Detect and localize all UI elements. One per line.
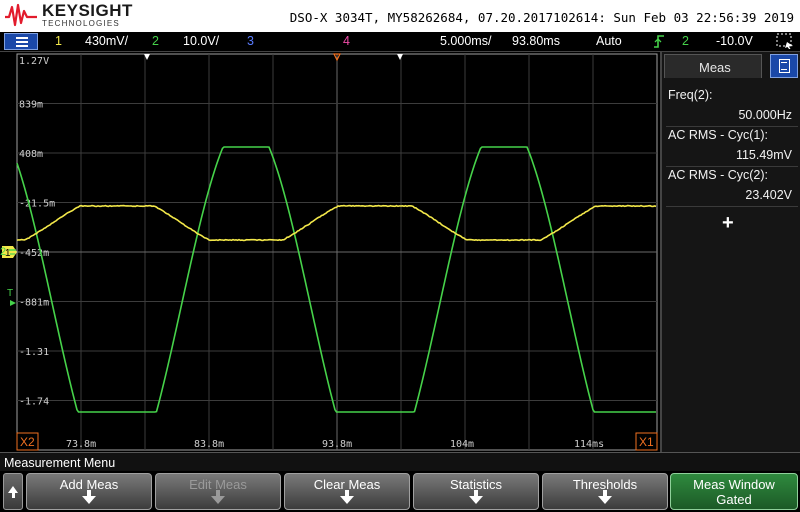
statistics-button[interactable]: Statistics (413, 473, 539, 510)
trigger-source[interactable]: 2 (682, 34, 689, 48)
voltage-tick-label: -1.74 (19, 397, 49, 408)
voltage-tick-label: -881m (19, 298, 49, 309)
ch3-label[interactable]: 3 (247, 34, 254, 48)
softkey-bar: Add Meas Edit Meas Clear Meas Statistics… (0, 471, 800, 512)
brand-subtitle: TECHNOLOGIES (42, 19, 120, 28)
cursor-x2-label: X2 (20, 435, 35, 449)
ch2-marker-label: 2 (0, 246, 6, 258)
edit-meas-button[interactable]: Edit Meas (155, 473, 281, 510)
voltage-tick-label: 1.27V (19, 56, 49, 67)
ch2-label[interactable]: 2 (152, 34, 159, 48)
main-menu-button[interactable] (4, 33, 38, 50)
thresholds-button[interactable]: Thresholds (542, 473, 668, 510)
meas-1-name[interactable]: Freq(2): (668, 88, 712, 102)
measurement-panel: Meas Freq(2): 50.000Hz AC RMS - Cyc(1): … (660, 52, 800, 452)
waveform-display[interactable]: 1.27V 839m 408m -21.5m -452m -881m -1.31 -1.74 … (0, 52, 660, 452)
voltage-tick-label: -452m (19, 248, 49, 259)
meas-tab[interactable]: Meas (664, 54, 762, 78)
meas-2-name[interactable]: AC RMS - Cyc(1): (668, 128, 768, 142)
keysight-logo-icon (4, 3, 38, 27)
meas-3-name[interactable]: AC RMS - Cyc(2): (668, 168, 768, 182)
meas-divider (666, 206, 798, 207)
voltage-tick-label: -1.31 (19, 347, 49, 358)
meas-divider (666, 126, 798, 127)
trigger-level-marker[interactable]: T (7, 288, 16, 306)
trigger-level[interactable]: -10.0V (716, 34, 753, 48)
time-tick-label: 93.8m (322, 439, 352, 450)
menu-title: Measurement Menu (0, 452, 800, 471)
trigger-marker-label: T (7, 288, 13, 299)
ch1-label[interactable]: 1 (55, 34, 62, 48)
voltage-tick-label: 839m (19, 100, 43, 111)
trigger-mode[interactable]: Auto (596, 34, 622, 48)
meas-2-value: 115.49mV (736, 148, 792, 162)
down-arrow-icon (469, 496, 483, 504)
ch2-scale[interactable]: 10.0V/ (183, 34, 219, 48)
meas-tab-label: Meas (699, 60, 731, 75)
ch4-label[interactable]: 4 (343, 34, 350, 48)
down-arrow-icon (598, 496, 612, 504)
timebase-scale[interactable]: 5.000ms/ (440, 34, 491, 48)
voltage-tick-label: 408m (19, 149, 43, 160)
graticule: 1.27V839m408m-21.5m-452m-881m-1.31-1.74 … (0, 52, 660, 452)
down-arrow-icon (340, 496, 354, 504)
screen-select-icon[interactable] (776, 33, 794, 49)
time-tick-label: 73.8m (66, 439, 96, 450)
brand-name: KEYSIGHT (42, 1, 133, 21)
down-arrow-icon (211, 496, 225, 504)
add-measurement-icon[interactable]: + (722, 212, 734, 235)
meas-3-value: 23.402V (745, 188, 792, 202)
timebase-delay[interactable]: 93.80ms (512, 34, 560, 48)
meas-window-value: Gated (671, 492, 797, 507)
time-tick-label: 114ms (574, 439, 604, 450)
add-meas-button[interactable]: Add Meas (26, 473, 152, 510)
down-arrow-icon (82, 496, 96, 504)
back-button[interactable] (3, 473, 23, 510)
trigger-edge-icon (653, 35, 665, 48)
ch1-scale[interactable]: 430mV/ (85, 34, 128, 48)
voltage-tick-label: -21.5m (19, 199, 55, 210)
meas-divider (666, 166, 798, 167)
meas-window-button[interactable]: Meas Window Gated (670, 473, 798, 510)
document-icon[interactable] (770, 54, 798, 78)
up-arrow-icon (8, 486, 18, 493)
clear-meas-button[interactable]: Clear Meas (284, 473, 410, 510)
device-info: DSO-X 3034T, MY58262684, 07.20.201710261… (290, 10, 794, 25)
cursor-x1-label: X1 (639, 435, 654, 449)
meas-window-label: Meas Window (671, 477, 797, 492)
time-tick-label: 83.8m (194, 439, 224, 450)
time-tick-label: 104m (450, 439, 474, 450)
channel-bar: 1 430mV/ 2 10.0V/ 3 4 5.000ms/ 93.80ms A… (0, 32, 800, 51)
title-bar: KEYSIGHT TECHNOLOGIES DSO-X 3034T, MY582… (0, 0, 800, 32)
menu-icon (16, 37, 28, 47)
meas-1-value: 50.000Hz (738, 108, 792, 122)
